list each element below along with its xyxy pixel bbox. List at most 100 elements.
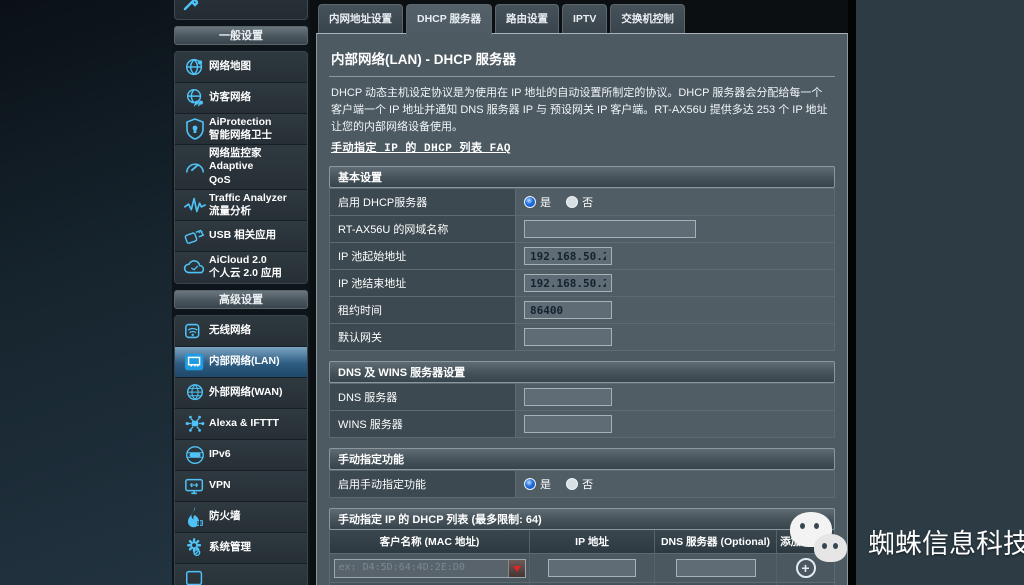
sidebar-item-network-map[interactable]: 网络地图 [175,52,307,83]
sidebar: 一般设置 网络地图 访客网络 AiProtection 智能网络卫士 网络监控家 … [172,0,310,585]
table-row: 租约时间 [329,296,835,325]
list-entry-row: ex: D4:5D:64:4D:2E:D0 + [330,553,834,583]
pool-end-label: IP 池结束地址 [329,269,516,298]
tab-lan-ip[interactable]: 内网地址设置 [318,4,403,33]
watermark-text: 蜘蛛信息科技 [868,528,1024,559]
section-basic-settings: 基本设置 [329,166,835,189]
section-manual-assignment: 手动指定功能 [329,448,835,471]
gear-icon [181,537,209,559]
nodes-icon [181,414,209,434]
waveform-icon [181,195,209,215]
sidebar-label: Alexa & IFTTT [209,417,280,430]
lease-time-input[interactable] [524,301,612,320]
sidebar-label: 内部网络(LAN) [209,355,280,368]
flame-icon [181,506,209,528]
sidebar-item-lan[interactable]: 内部网络(LAN) [175,346,307,378]
usb-icon [181,226,209,246]
manual-enable-yes-radio[interactable]: 是 [524,476,551,492]
dropdown-arrow-icon[interactable] [507,559,525,577]
watermark: 蜘蛛信息科技 [784,498,1024,584]
col-dns-server: DNS 服务器 (Optional) [655,530,777,554]
default-gateway-label: 默认网关 [329,323,516,352]
col-client-name: 客户名称 (MAC 地址) [330,530,530,554]
dhcp-enable-yes-radio[interactable]: 是 [524,194,551,210]
sidebar-label: 防火墙 [209,510,241,523]
sidebar-item-usb-apps[interactable]: USB 相关应用 [175,220,307,252]
manual-enable-no-radio[interactable]: 否 [566,476,593,492]
mac-placeholder: ex: D4:5D:64:4D:2E:D0 [338,561,465,573]
list-header-row: 客户名称 (MAC 地址) IP 地址 DNS 服务器 (Optional) 添… [330,530,834,554]
vpn-monitor-icon [181,476,209,496]
lease-time-label: 租约时间 [329,296,516,325]
sidebar-item-traffic-analyzer[interactable]: Traffic Analyzer 流量分析 [175,189,307,221]
sidebar-item-adaptive-qos[interactable]: 网络监控家 Adaptive QoS [175,145,307,190]
table-row: DNS 服务器 [329,383,835,412]
sidebar-item-administration[interactable]: 系统管理 [175,532,307,564]
new-ip-input[interactable] [548,559,636,578]
dhcp-enable-no-radio[interactable]: 否 [566,194,593,210]
title-divider [329,76,835,77]
sidebar-item-partial[interactable] [175,563,307,585]
mac-address-select[interactable]: ex: D4:5D:64:4D:2E:D0 [333,558,526,578]
sidebar-label: 网络监控家 Adaptive [209,147,262,173]
sidebar-item-firewall[interactable]: 防火墙 [175,501,307,533]
pool-start-input[interactable] [524,247,612,266]
wins-server-label: WINS 服务器 [329,410,516,439]
sidebar-label: 访客网络 [209,91,251,104]
table-row: IP 池结束地址 [329,269,835,298]
sidebar-label: 系统管理 [209,541,251,554]
table-row: 启用 DHCP服务器 是 否 [329,188,835,217]
tab-iptv[interactable]: IPTV [561,4,608,33]
tab-bar: 内网地址设置 DHCP 服务器 路由设置 IPTV 交换机控制 [310,0,848,37]
sidebar-group-general: 网络地图 访客网络 AiProtection 智能网络卫士 网络监控家 Adapt… [174,51,308,284]
pool-end-input[interactable] [524,274,612,293]
sidebar-label: IPv6 [209,448,231,461]
table-row: RT-AX56U 的网域名称 [329,215,835,244]
quick-setup-icon [183,0,199,16]
sidebar-item-wireless[interactable]: 无线网络 [175,315,307,347]
dns-server-input[interactable] [524,388,612,407]
tab-route[interactable]: 路由设置 [494,4,559,33]
radio-dot [524,195,536,208]
wifi-icon [181,321,209,341]
sidebar-item-vpn[interactable]: VPN [175,470,307,502]
sidebar-item-ipv6[interactable]: IPv6 [175,439,307,471]
table-row: WINS 服务器 [329,410,835,439]
domain-name-input[interactable] [524,220,696,239]
domain-name-label: RT-AX56U 的网域名称 [329,215,516,244]
section-dns-wins: DNS 及 WINS 服务器设置 [329,361,835,384]
main-column: 内网地址设置 DHCP 服务器 路由设置 IPTV 交换机控制 内部网络(LAN… [310,0,848,585]
radio-dot [566,195,579,208]
default-gateway-input[interactable] [524,328,612,347]
faq-link[interactable]: 手动指定 IP 的 DHCP 列表 FAQ [331,139,511,155]
guest-network-icon [181,87,209,109]
sidebar-item-alexa-ifttt[interactable]: Alexa & IFTTT [175,408,307,440]
sidebar-label: 网络地图 [209,60,251,73]
wechat-icon [784,498,856,584]
log-icon [181,569,209,585]
table-row: 启用手动指定功能 是 否 [329,470,835,499]
left-background [0,0,172,585]
sidebar-item-aicloud[interactable]: AiCloud 2.0 个人云 2.0 应用 [175,251,307,283]
new-dns-input[interactable] [675,559,756,578]
sidebar-label: Traffic Analyzer [209,191,287,204]
gauge-icon [181,157,209,177]
table-row: 默认网关 [329,323,835,352]
cloud-icon [181,258,209,276]
col-ip-address: IP 地址 [530,530,655,554]
sidebar-label: 外部网络(WAN) [209,386,283,399]
manual-dhcp-list-table: 客户名称 (MAC 地址) IP 地址 DNS 服务器 (Optional) 添… [329,530,835,585]
radio-dot [566,477,579,490]
lan-port-icon [181,352,209,372]
quick-setup-button[interactable] [174,0,308,20]
network-map-icon [181,56,209,78]
manual-assignment-table: 启用手动指定功能 是 否 [329,470,835,499]
tab-switch-control[interactable]: 交换机控制 [610,4,685,33]
table-row: IP 池起始地址 [329,242,835,271]
sidebar-item-wan[interactable]: 外部网络(WAN) [175,377,307,409]
tab-dhcp-server[interactable]: DHCP 服务器 [406,4,492,37]
sidebar-item-aiprotection[interactable]: AiProtection 智能网络卫士 [175,114,307,146]
sidebar-item-guest-network[interactable]: 访客网络 [175,83,307,114]
wins-server-input[interactable] [524,415,612,434]
dns-server-label: DNS 服务器 [329,383,516,412]
